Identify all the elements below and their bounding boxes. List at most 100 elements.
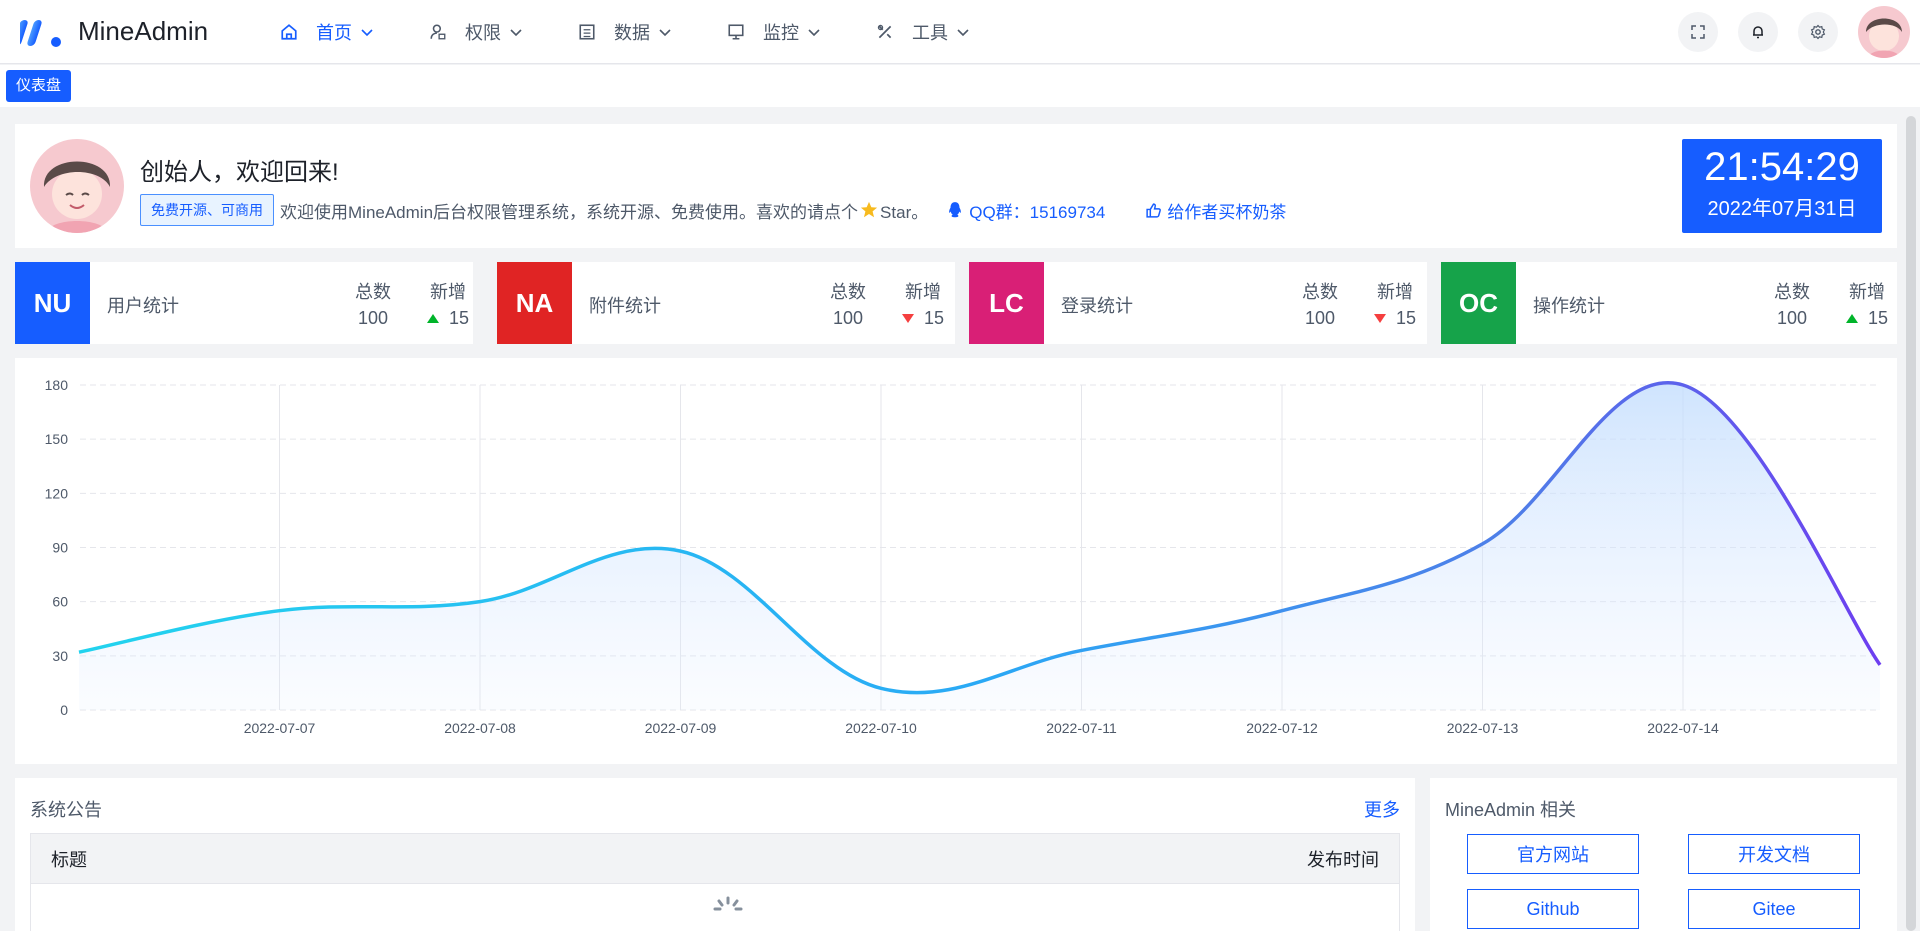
stat-name: 附件统计 bbox=[589, 296, 661, 316]
database-icon bbox=[579, 23, 595, 40]
stat-badge: NU bbox=[15, 262, 90, 344]
docs-button[interactable]: 开发文档 bbox=[1688, 834, 1860, 874]
stat-total: 总数 100 bbox=[1774, 278, 1810, 329]
menu-item-label: 权限 bbox=[465, 22, 501, 43]
stat-new-label: 新增 bbox=[905, 282, 942, 302]
stat-total-label: 总数 bbox=[1302, 282, 1338, 302]
menu-item-home[interactable]: 首页 bbox=[280, 0, 374, 64]
trend-chart: 0 30 60 90 120 150 180 2022-07-07 2022-07-08 2022… bbox=[45, 377, 1882, 736]
user-avatar[interactable] bbox=[1858, 6, 1910, 58]
stat-total-value: 100 bbox=[1776, 308, 1808, 328]
logo[interactable]: MineAdmin bbox=[20, 16, 260, 48]
menu-item-label: 数据 bbox=[614, 22, 650, 43]
chevron-down-icon bbox=[957, 28, 969, 36]
menu-item-label: 工具 bbox=[912, 22, 948, 43]
x-tick-label: 2022-07-11 bbox=[1046, 720, 1117, 736]
notice-table-header: 标题 发布时间 bbox=[31, 834, 1399, 884]
stat-badge: NA bbox=[497, 262, 572, 344]
stat-total-label: 总数 bbox=[1774, 282, 1810, 302]
stat-card-operations: OC 操作统计 总数 100 新增 15 bbox=[1441, 262, 1897, 344]
stat-name: 登录统计 bbox=[1061, 296, 1133, 316]
trend-up-icon bbox=[427, 314, 439, 323]
trend-chart-card: 0 30 60 90 120 150 180 2022-07-07 2022-07-08 2022… bbox=[15, 358, 1897, 764]
y-tick-label: 180 bbox=[45, 377, 69, 393]
stat-total: 总数 100 bbox=[1302, 278, 1338, 329]
notice-table: 标题 发布时间 bbox=[30, 833, 1400, 931]
donate-link[interactable]: 给作者买杯奶茶 bbox=[1145, 198, 1286, 223]
related-card: MineAdmin 相关 官方网站 开发文档 Github Gitee bbox=[1430, 778, 1897, 931]
top-navbar: MineAdmin 首页 权限 数据 监控 工具 bbox=[0, 0, 1920, 64]
menu-item-monitor[interactable]: 监控 bbox=[727, 0, 821, 64]
stat-new: 新增 15 bbox=[1846, 278, 1888, 329]
y-tick-label: 60 bbox=[52, 594, 68, 610]
x-tick-label: 2022-07-12 bbox=[1246, 720, 1318, 736]
menu-item-data[interactable]: 数据 bbox=[578, 0, 672, 64]
tab-dashboard[interactable]: 仪表盘 bbox=[6, 70, 72, 102]
donate-text: 给作者买杯奶茶 bbox=[1167, 202, 1287, 222]
settings-button[interactable] bbox=[1798, 12, 1838, 52]
scrollbar-thumb[interactable] bbox=[1906, 116, 1916, 931]
loading-icon bbox=[713, 896, 743, 911]
notice-card: 系统公告 更多 标题 发布时间 bbox=[15, 778, 1415, 931]
welcome-avatar bbox=[30, 139, 124, 233]
clock-panel: 21:54:29 2022年07月31日 bbox=[1682, 139, 1882, 233]
notification-button[interactable] bbox=[1738, 12, 1778, 52]
menu-item-tools[interactable]: 工具 bbox=[876, 0, 970, 64]
stat-card-users: NU 用户统计 总数 100 新增 15 bbox=[15, 262, 473, 344]
welcome-line: 免费开源、可商用 欢迎使用MineAdmin后台权限管理系统，系统开源、免费使用… bbox=[140, 194, 1286, 226]
stat-new: 新增 15 bbox=[1374, 278, 1416, 329]
y-tick-label: 0 bbox=[60, 702, 68, 718]
stat-new-value: 15 bbox=[449, 308, 470, 328]
stat-new: 新增 15 bbox=[427, 278, 469, 329]
github-button[interactable]: Github bbox=[1467, 889, 1639, 929]
menu-item-permission[interactable]: 权限 bbox=[429, 0, 523, 64]
x-tick-label: 2022-07-10 bbox=[845, 720, 917, 736]
chevron-down-icon bbox=[361, 28, 373, 36]
gear-icon bbox=[1810, 24, 1826, 40]
main-menu: 首页 权限 数据 监控 工具 bbox=[280, 0, 1025, 64]
chevron-down-icon bbox=[808, 28, 820, 36]
trend-up-icon bbox=[1846, 314, 1858, 323]
fullscreen-icon bbox=[1691, 25, 1705, 39]
home-icon bbox=[281, 23, 297, 40]
welcome-title: 创始人，欢迎回来! bbox=[140, 159, 339, 186]
stat-card-logins: LC 登录统计 总数 100 新增 15 bbox=[969, 262, 1427, 344]
x-tick-label: 2022-07-08 bbox=[444, 720, 516, 736]
y-tick-label: 90 bbox=[52, 540, 68, 556]
stat-total-label: 总数 bbox=[355, 282, 391, 302]
column-publish-time: 发布时间 bbox=[1307, 849, 1379, 870]
thumbs-up-icon bbox=[1146, 202, 1162, 218]
welcome-text: 欢迎使用MineAdmin后台权限管理系统，系统开源、免费使用。喜欢的请点个 bbox=[280, 202, 859, 222]
star-icon bbox=[860, 201, 878, 218]
related-title: MineAdmin 相关 bbox=[1445, 800, 1577, 820]
logo-icon bbox=[20, 19, 61, 47]
notice-more-link[interactable]: 更多 bbox=[1364, 796, 1400, 822]
license-tag: 免费开源、可商用 bbox=[140, 194, 274, 226]
column-title: 标题 bbox=[51, 849, 87, 870]
qq-group-link[interactable]: QQ群：15169734 bbox=[946, 198, 1105, 223]
stat-new-value: 15 bbox=[1396, 308, 1417, 328]
clock-date: 2022年07月31日 bbox=[1707, 198, 1857, 220]
y-tick-label: 120 bbox=[45, 485, 69, 501]
user-lock-icon bbox=[430, 23, 446, 39]
stat-name: 用户统计 bbox=[107, 296, 179, 316]
tools-icon bbox=[877, 24, 892, 38]
x-tick-label: 2022-07-13 bbox=[1447, 720, 1519, 736]
stat-total-value: 100 bbox=[357, 308, 389, 328]
star-text[interactable]: Star。 bbox=[880, 198, 928, 223]
stat-new-value: 15 bbox=[924, 308, 945, 328]
gitee-button[interactable]: Gitee bbox=[1688, 889, 1860, 929]
official-site-button[interactable]: 官方网站 bbox=[1467, 834, 1639, 874]
stat-total: 总数 100 bbox=[355, 278, 391, 329]
logo-text: MineAdmin bbox=[78, 16, 209, 46]
stat-total-value: 100 bbox=[832, 308, 864, 328]
qq-text: QQ群：15169734 bbox=[969, 202, 1106, 222]
series-area bbox=[79, 382, 1880, 710]
fullscreen-button[interactable] bbox=[1678, 12, 1718, 52]
stat-card-attachments: NA 附件统计 总数 100 新增 15 bbox=[497, 262, 955, 344]
menu-item-label: 监控 bbox=[763, 22, 799, 43]
chevron-down-icon bbox=[659, 28, 671, 36]
stat-total-label: 总数 bbox=[830, 282, 866, 302]
tab-bar: 仪表盘 bbox=[0, 65, 1920, 107]
trend-down-icon bbox=[902, 314, 914, 323]
